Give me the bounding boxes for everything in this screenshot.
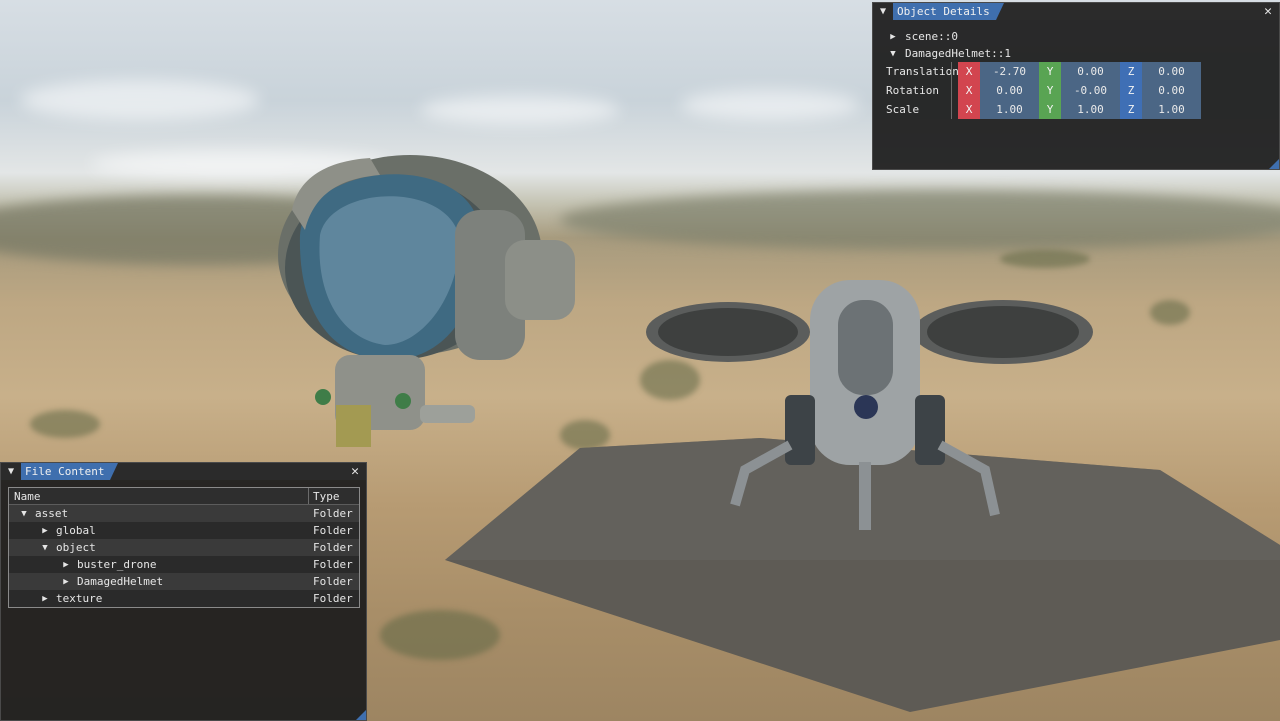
row-name-cell: ▼ asset xyxy=(9,505,309,522)
column-header-type[interactable]: Type xyxy=(309,488,359,504)
tree-node-label: scene::0 xyxy=(905,30,958,43)
axis-x-label: X xyxy=(958,100,980,119)
row-type-cell: Folder xyxy=(313,592,353,605)
axis-z-label: Z xyxy=(1120,81,1142,100)
folder-name: DamagedHelmet xyxy=(77,575,164,588)
table-row[interactable]: ▼ object Folder xyxy=(9,539,359,556)
axis-x-label: X xyxy=(958,62,980,81)
rotation-x-field[interactable]: 0.00 xyxy=(980,81,1039,100)
table-row[interactable]: ▶ DamagedHelmet Folder xyxy=(9,573,359,590)
file-content-title: File Content xyxy=(21,463,120,480)
file-table: Name Type ▼ asset Folder ▶ global Folder… xyxy=(8,487,360,608)
collapse-arrow-icon[interactable]: ▼ xyxy=(873,3,893,20)
folder-name: asset xyxy=(35,507,69,520)
tree-node-scene[interactable]: ▶ scene::0 xyxy=(888,28,1279,45)
tree-expand-icon[interactable]: ▶ xyxy=(40,594,50,604)
scale-z-field[interactable]: 1.00 xyxy=(1142,100,1201,119)
object-details-title-bar[interactable]: ▼ Object Details ✕ xyxy=(873,3,1279,20)
table-row[interactable]: ▼ asset Folder xyxy=(9,505,359,522)
scale-y-field[interactable]: 1.00 xyxy=(1061,100,1120,119)
divider xyxy=(951,100,952,119)
row-name-cell: ▶ DamagedHelmet xyxy=(9,573,309,590)
row-type-cell: Folder xyxy=(313,507,353,520)
rotation-row: Rotation X 0.00 Y -0.00 Z 0.00 xyxy=(858,81,1279,100)
tree-collapse-icon[interactable]: ▼ xyxy=(888,49,898,59)
scale-row: Scale X 1.00 Y 1.00 Z 1.00 xyxy=(858,100,1279,119)
tree-expand-icon[interactable]: ▶ xyxy=(61,560,71,570)
translation-x-field[interactable]: -2.70 xyxy=(980,62,1039,81)
row-name-cell: ▶ texture xyxy=(9,590,309,607)
axis-x-label: X xyxy=(958,81,980,100)
rotation-z-field[interactable]: 0.00 xyxy=(1142,81,1201,100)
axis-z-label: Z xyxy=(1120,100,1142,119)
column-header-name[interactable]: Name xyxy=(9,488,309,504)
resize-grip[interactable] xyxy=(356,710,366,720)
row-type-cell: Folder xyxy=(313,558,353,571)
row-type-cell: Folder xyxy=(313,541,353,554)
folder-name: texture xyxy=(56,592,103,605)
tree-expand-icon[interactable]: ▶ xyxy=(40,526,50,536)
table-row[interactable]: ▶ texture Folder xyxy=(9,590,359,607)
damaged-helmet-model xyxy=(278,155,575,447)
object-details-panel[interactable]: ▼ Object Details ✕ ▶ scene::0 ▼ DamagedH… xyxy=(872,2,1280,170)
folder-name: object xyxy=(56,541,96,554)
row-name-cell: ▶ global xyxy=(9,522,309,539)
rotation-y-field[interactable]: -0.00 xyxy=(1061,81,1120,100)
folder-name: global xyxy=(56,524,96,537)
translation-label: Translation xyxy=(886,65,959,78)
axis-y-label: Y xyxy=(1039,100,1061,119)
row-type-cell: Folder xyxy=(313,524,353,537)
table-row[interactable]: ▶ buster_drone Folder xyxy=(9,556,359,573)
object-details-title: Object Details xyxy=(893,3,1004,20)
row-name-cell: ▶ buster_drone xyxy=(9,556,309,573)
scale-label: Scale xyxy=(886,103,920,116)
divider xyxy=(951,62,952,81)
object-details-body: ▶ scene::0 ▼ DamagedHelmet::1 xyxy=(873,20,1279,62)
close-icon[interactable]: ✕ xyxy=(1261,3,1275,20)
divider xyxy=(951,81,952,100)
axis-y-label: Y xyxy=(1039,81,1061,100)
file-content-panel[interactable]: ▼ File Content ✕ Name Type ▼ asset Folde… xyxy=(0,462,367,721)
table-header: Name Type xyxy=(9,488,359,505)
row-name-cell: ▼ object xyxy=(9,539,309,556)
tree-collapse-icon[interactable]: ▼ xyxy=(19,509,29,519)
file-content-title-bar[interactable]: ▼ File Content ✕ xyxy=(1,463,366,480)
tree-expand-icon[interactable]: ▶ xyxy=(888,32,898,42)
axis-z-label: Z xyxy=(1120,62,1142,81)
row-type-cell: Folder xyxy=(313,575,353,588)
table-row[interactable]: ▶ global Folder xyxy=(9,522,359,539)
tree-expand-icon[interactable]: ▶ xyxy=(61,577,71,587)
scale-x-field[interactable]: 1.00 xyxy=(980,100,1039,119)
rotation-label: Rotation xyxy=(886,84,939,97)
folder-name: buster_drone xyxy=(77,558,157,571)
translation-z-field[interactable]: 0.00 xyxy=(1142,62,1201,81)
resize-grip[interactable] xyxy=(1269,159,1279,169)
tree-collapse-icon[interactable]: ▼ xyxy=(40,543,50,553)
collapse-arrow-icon[interactable]: ▼ xyxy=(1,463,21,480)
transform-properties: Translation X -2.70 Y 0.00 Z 0.00 Rotati… xyxy=(858,62,1279,119)
translation-y-field[interactable]: 0.00 xyxy=(1061,62,1120,81)
tree-node-label: DamagedHelmet::1 xyxy=(905,47,1011,60)
close-icon[interactable]: ✕ xyxy=(348,463,362,480)
translation-row: Translation X -2.70 Y 0.00 Z 0.00 xyxy=(858,62,1279,81)
axis-y-label: Y xyxy=(1039,62,1061,81)
tree-node-damaged-helmet[interactable]: ▼ DamagedHelmet::1 xyxy=(888,45,1279,62)
